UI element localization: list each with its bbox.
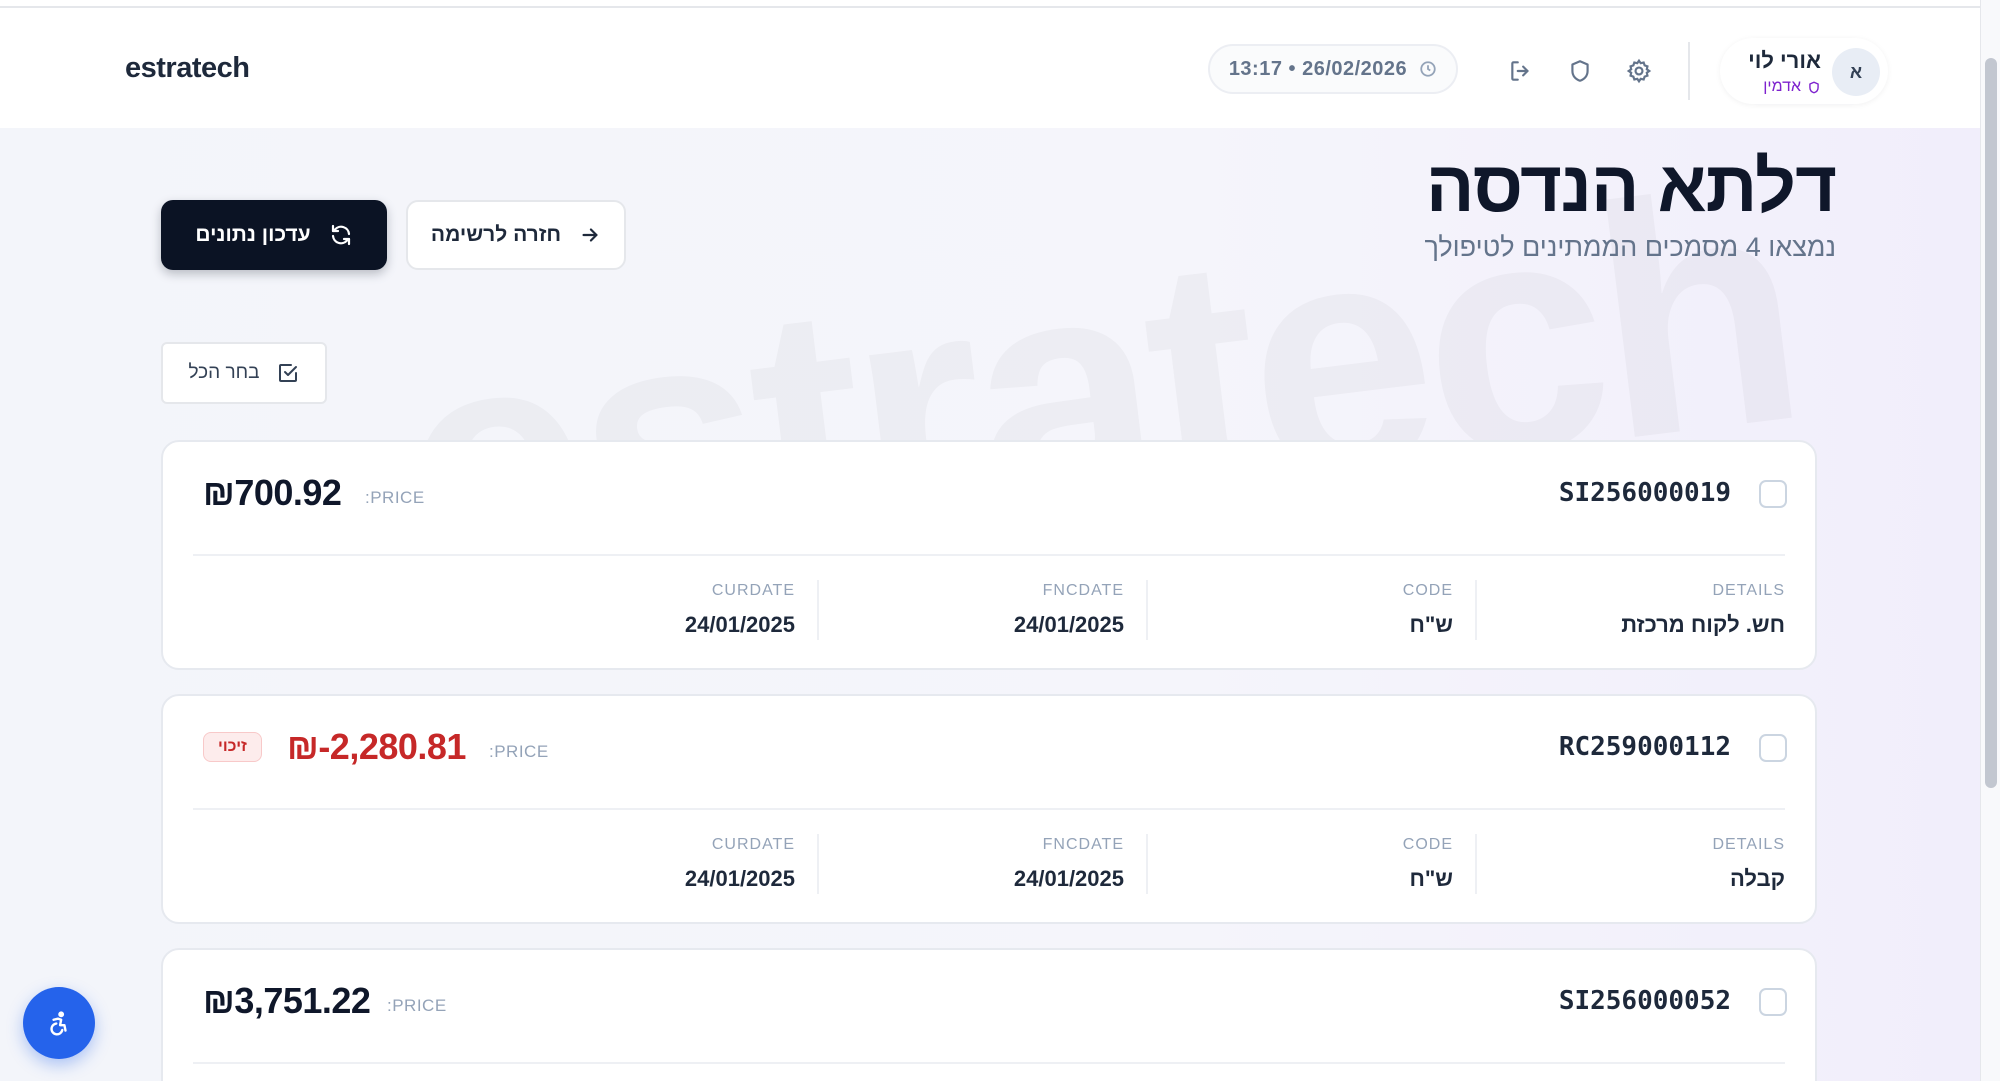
field-label: FNCDATE [1042, 582, 1124, 599]
field-label: DETAILS [1712, 836, 1785, 853]
shield-icon[interactable] [1567, 58, 1593, 84]
avatar[interactable]: א [1832, 48, 1880, 96]
datetime-pill: 13:17 • 26/02/2026 [1208, 44, 1458, 94]
user-name: אורי לוי [1748, 48, 1821, 73]
price-label: :PRICE [489, 742, 549, 761]
header-divider [1688, 42, 1690, 100]
field-value: 24/01/2025 [1013, 612, 1124, 637]
field-label: CURDATE [711, 582, 795, 599]
field-curdate: CURDATE 24/01/2025 [490, 834, 819, 894]
field-value: ש"ח [1409, 866, 1453, 891]
document-price: ₪3,751.22 [203, 980, 371, 1021]
field-label: CODE [1402, 836, 1453, 853]
clock-icon [1420, 61, 1436, 77]
field-value: 24/01/2025 [1013, 866, 1124, 891]
price-label: :PRICE [387, 996, 447, 1015]
document-card[interactable]: SI256000019 ₪700.92 :PRICE DETAILS חש. ל… [161, 440, 1817, 670]
shield-icon [1809, 81, 1819, 93]
page-title: דלתא הנדסה [1425, 147, 1837, 227]
field-label: CODE [1402, 582, 1453, 599]
document-checkbox[interactable] [1759, 988, 1787, 1016]
field-value: 24/01/2025 [684, 866, 795, 891]
gear-icon[interactable] [1626, 58, 1652, 84]
field-fncdate: FNCDATE 24/01/2025 [819, 580, 1148, 640]
scrollbar-thumb[interactable] [1985, 58, 1997, 788]
accessibility-button[interactable] [23, 987, 95, 1059]
back-label: חזרה לרשימה [430, 223, 562, 246]
accessibility-icon [50, 1011, 67, 1036]
document-checkbox[interactable] [1759, 480, 1787, 508]
datetime-text: 13:17 • 26/02/2026 [1228, 57, 1408, 80]
refresh-data-button[interactable]: עדכון נתונים [161, 200, 387, 270]
field-value: קבלה [1729, 866, 1785, 891]
field-curdate: CURDATE 24/01/2025 [490, 580, 819, 640]
field-label: FNCDATE [1042, 836, 1124, 853]
price-label: :PRICE [365, 488, 425, 507]
user-role: אדמין [1763, 78, 1821, 96]
select-all-label: בחר הכל [188, 362, 260, 383]
page-subtitle: נמצאו 4 מסמכים הממתינים לטיפולך [1424, 232, 1836, 262]
document-price: ₪700.92 [203, 472, 342, 513]
user-role-label: אדמין [1763, 78, 1801, 95]
refresh-label: עדכון נתונים [195, 223, 311, 246]
card-divider [193, 554, 1785, 556]
page-scrollbar[interactable] [1980, 0, 2000, 1081]
document-card[interactable]: RC259000112 זיכוי ₪-2,280.81 :PRICE DETA… [161, 694, 1817, 924]
checkbox-checked-icon [278, 364, 297, 382]
field-fncdate: FNCDATE 24/01/2025 [819, 834, 1148, 894]
document-number: RC259000112 [1558, 732, 1731, 762]
field-code: CODE ש"ח [1148, 580, 1477, 640]
field-code: CODE ש"ח [1148, 834, 1477, 894]
card-divider [193, 808, 1785, 810]
user-menu[interactable]: א אורי לוי אדמין [1720, 38, 1888, 104]
card-divider [193, 1062, 1785, 1064]
app-logo[interactable]: estratech [125, 52, 250, 85]
document-fields: DETAILS קבלה CODE ש"ח FNCDATE 24/01/2025… [490, 834, 1785, 894]
field-details: DETAILS חש. לקוח מרכזת [1477, 580, 1785, 640]
field-label: CURDATE [711, 836, 795, 853]
field-value: 24/01/2025 [684, 612, 795, 637]
document-card[interactable]: SI256000052 ₪3,751.22 :PRICE [161, 948, 1817, 1081]
document-number: SI256000019 [1558, 478, 1731, 508]
document-checkbox[interactable] [1759, 734, 1787, 762]
credit-badge: זיכוי [203, 732, 262, 762]
field-label: DETAILS [1712, 582, 1785, 599]
app-header: estratech 13:17 • 26/02/2026 א אורי לוי … [0, 8, 1980, 128]
top-edge [0, 0, 1980, 8]
field-details: DETAILS קבלה [1477, 834, 1786, 894]
logout-icon[interactable] [1508, 58, 1534, 84]
document-number: SI256000052 [1558, 986, 1731, 1016]
field-value: חש. לקוח מרכזת [1621, 612, 1785, 637]
arrow-right-icon [582, 228, 598, 242]
document-price: ₪-2,280.81 [287, 726, 466, 767]
field-value: ש"ח [1409, 612, 1453, 637]
document-fields: DETAILS חש. לקוח מרכזת CODE ש"ח FNCDATE … [490, 580, 1785, 640]
refresh-icon [331, 224, 350, 246]
select-all-button[interactable]: בחר הכל [161, 342, 327, 404]
back-to-list-button[interactable]: חזרה לרשימה [406, 200, 626, 270]
